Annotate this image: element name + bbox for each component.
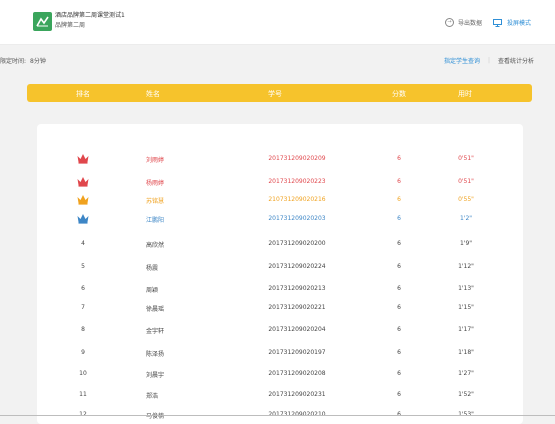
- scroll-divider: [0, 415, 555, 416]
- student-name-cell: 杨震: [146, 265, 159, 272]
- table-row: 刘雨婷 201731209020209 6 0'51": [0, 153, 555, 167]
- export-label: 导出数据: [458, 20, 483, 27]
- time-cell: 1'27": [458, 370, 474, 377]
- table-row: 9 陈泽扬 201731209020197 6 1'18": [0, 347, 555, 361]
- score-cell: 6: [397, 326, 401, 333]
- crown-icon: [77, 154, 89, 164]
- student-name-cell: 陈泽扬: [146, 351, 165, 358]
- crown-icon: [77, 177, 89, 187]
- table-row: 江鹏阳 201731209020203 6 1'2": [0, 213, 555, 227]
- student-name-cell: 刘晨宇: [146, 372, 165, 379]
- top-header: 酒店品牌第二周课堂测试1 品牌第二周 → 导出数据 投屏模式: [0, 0, 555, 45]
- score-cell: 6: [397, 215, 401, 222]
- score-cell: 6: [397, 391, 401, 398]
- crown-icon: [77, 195, 89, 205]
- time-cell: 0'51": [458, 155, 474, 162]
- time-cell: 1'17": [458, 326, 474, 333]
- time-cell: 1'12": [458, 263, 474, 270]
- score-cell: 6: [397, 263, 401, 270]
- column-header-id: 学号: [268, 90, 282, 98]
- student-name-cell: 金宇轩: [146, 328, 165, 335]
- student-id-cell: 201731209020200: [268, 240, 326, 247]
- student-id-cell: 201731209020213: [268, 285, 326, 292]
- present-mode-button[interactable]: 投屏模式: [493, 18, 531, 27]
- column-header-score: 分数: [392, 90, 406, 98]
- student-name-cell: 郑浩: [146, 393, 159, 400]
- table-row: 4 高欣然 201731209020200 6 1'9": [0, 238, 555, 252]
- column-header-time: 用时: [458, 90, 472, 98]
- export-icon: →: [445, 18, 454, 27]
- rank-cell: 8: [81, 326, 85, 333]
- student-name-cell: 徐晨瑶: [146, 306, 165, 313]
- student-id-cell: 201731209020231: [268, 391, 326, 398]
- time-cell: 1'18": [458, 349, 474, 356]
- divider: |: [487, 57, 490, 64]
- crown-icon: [77, 214, 89, 224]
- student-id-cell: 201731209020197: [268, 349, 326, 356]
- time-cell: 1'13": [458, 285, 474, 292]
- time-cell: 1'2": [459, 215, 473, 222]
- table-row: 8 金宇轩 201731209020204 6 1'17": [0, 324, 555, 338]
- student-id-cell: 201731209020209: [268, 155, 326, 162]
- score-cell: 6: [397, 196, 401, 203]
- score-cell: 6: [397, 349, 401, 356]
- time-cell: 0'55": [458, 196, 474, 203]
- table-row: 6 周颖 201731209020213 6 1'13": [0, 283, 555, 297]
- score-cell: 6: [397, 370, 401, 377]
- time-cell: 1'52": [458, 391, 474, 398]
- student-name-cell: 苏铭慧: [146, 198, 165, 205]
- rank-cell: 7: [81, 304, 85, 311]
- column-header-name: 姓名: [146, 90, 160, 98]
- export-data-button[interactable]: → 导出数据: [445, 18, 482, 27]
- table-row: 杨雨婷 201731209020223 6 0'51": [0, 176, 555, 190]
- column-header-rank: 排名: [76, 90, 90, 98]
- score-cell: 6: [397, 178, 401, 185]
- time-cell: 1'15": [458, 304, 474, 311]
- time-cell: 0'51": [458, 178, 474, 185]
- student-id-cell: 201731209020203: [268, 215, 326, 222]
- rank-cell: 4: [81, 240, 85, 247]
- student-id-cell: 201731209020221: [268, 304, 326, 311]
- score-cell: 6: [397, 240, 401, 247]
- score-cell: 6: [397, 155, 401, 162]
- student-name-cell: 周颖: [146, 287, 159, 294]
- student-name-cell: 刘雨婷: [146, 157, 165, 164]
- score-cell: 6: [397, 285, 401, 292]
- student-id-cell: 201731209020223: [268, 178, 326, 185]
- time-limit-value: 8分钟: [30, 58, 46, 65]
- rank-cell: 5: [81, 263, 85, 270]
- rank-cell: 9: [81, 349, 85, 356]
- table-row: 7 徐晨瑶 201731209020221 6 1'15": [0, 302, 555, 316]
- student-name-cell: 杨雨婷: [146, 180, 165, 187]
- view-statistics-link[interactable]: 查看统计分析: [498, 56, 534, 65]
- time-cell: 1'9": [459, 240, 473, 247]
- app-logo-icon: [33, 12, 52, 31]
- rank-cell: 6: [81, 285, 85, 292]
- student-name-cell: 江鹏阳: [146, 217, 165, 224]
- student-id-cell: 210731209020216: [268, 196, 326, 203]
- time-limit: 限定时间: 8分钟: [0, 56, 46, 65]
- specify-student-query-link[interactable]: 指定学生查询: [444, 56, 480, 65]
- table-row: 11 郑浩 201731209020231 6 1'52": [0, 389, 555, 403]
- toolbar-links: 指定学生查询 | 查看统计分析: [444, 56, 534, 65]
- rank-cell: 11: [79, 391, 87, 398]
- student-id-cell: 201731209020224: [268, 263, 326, 270]
- table-header: 排名 姓名 学号 分数 用时: [27, 84, 532, 102]
- monitor-icon: [493, 18, 502, 27]
- student-name-cell: 高欣然: [146, 242, 165, 249]
- table-row: 10 刘晨宇 201731209020208 6 1'27": [0, 368, 555, 382]
- table-row: 5 杨震 201731209020224 6 1'12": [0, 261, 555, 275]
- student-id-cell: 201731209020208: [268, 370, 326, 377]
- student-id-cell: 201731209020204: [268, 326, 326, 333]
- quiz-subtitle: 品牌第二周: [55, 22, 86, 29]
- present-label: 投屏模式: [507, 20, 532, 27]
- score-cell: 6: [397, 304, 401, 311]
- quiz-title: 酒店品牌第二周课堂测试1: [55, 12, 125, 19]
- time-limit-label: 限定时间:: [0, 58, 27, 65]
- rank-cell: 10: [79, 370, 87, 377]
- table-row: 苏铭慧 210731209020216 6 0'55": [0, 194, 555, 208]
